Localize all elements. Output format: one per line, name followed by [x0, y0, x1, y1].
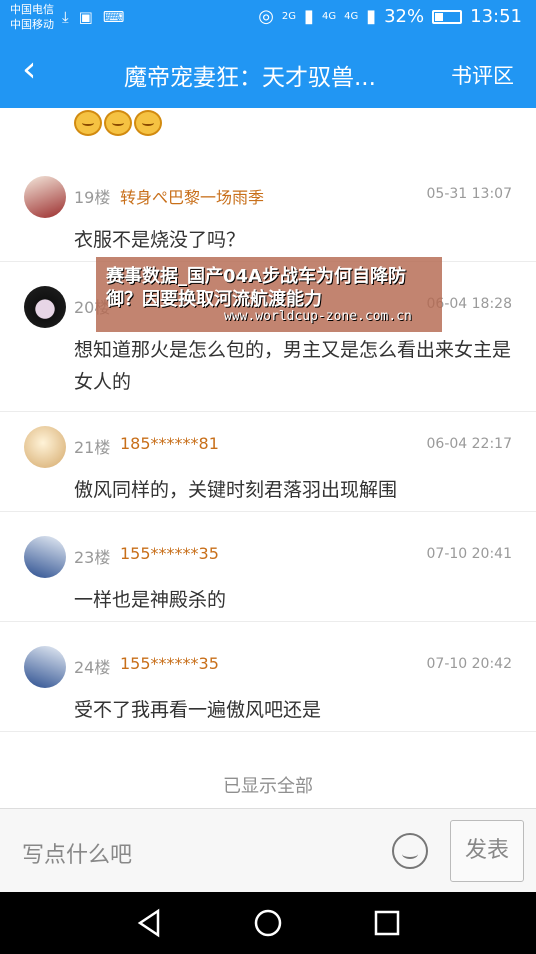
avatar[interactable] — [24, 426, 66, 468]
comment-floor: 21楼 — [74, 438, 111, 457]
network-type: 2G — [281, 11, 297, 22]
avatar[interactable] — [24, 286, 66, 328]
comment-item[interactable]: 19楼 转身ぺ巴黎一场雨季 05-31 13:07 衣服不是烧没了吗？ — [0, 152, 536, 262]
network-type: 4G — [344, 11, 359, 22]
comment-list[interactable]: 19楼 转身ぺ巴黎一场雨季 05-31 13:07 衣服不是烧没了吗？ 20楼 … — [0, 108, 536, 808]
all-shown-label: 已显示全部 — [223, 776, 313, 797]
watermark-overlay: 赛事数据_国产04A步战车为何自降防御？因要换取河流航渡能力 www.world… — [96, 257, 442, 332]
comment-time: 07-10 20:42 — [426, 656, 512, 672]
comment-username[interactable]: 转身ぺ巴黎一场雨季 — [120, 184, 264, 208]
emoji-icon — [104, 110, 132, 136]
avatar[interactable] — [24, 536, 66, 578]
avatar[interactable] — [24, 176, 66, 218]
clock: 13:51 — [470, 6, 522, 27]
comment-input[interactable]: 写点什么吧 — [22, 837, 132, 869]
carrier-label: 中国电信 — [10, 3, 54, 16]
comment-floor: 24楼 — [74, 658, 111, 677]
comment-text: 受不了我再看一遍傲风吧还是 — [74, 699, 322, 721]
back-arrow-icon[interactable]: ‹ — [22, 50, 36, 90]
avatar[interactable] — [24, 646, 66, 688]
status-bar: 中国电信 中国移动 ⤓ ▣ ⌨ ◎ 2G ▮ 4G 4G ▮ 32% 13:51 — [0, 0, 536, 36]
send-button[interactable]: 发表 — [450, 820, 524, 882]
download-icon: ⤓ — [62, 8, 69, 26]
comment-username[interactable]: 155******35 — [120, 654, 219, 673]
comment-item[interactable]: 23楼 155******35 07-10 20:41 一样也是神殿杀的 — [0, 512, 536, 622]
comment-text: 想知道那火是怎么包的，男主又是怎么看出来女主是女人的 — [74, 339, 512, 393]
recents-square-icon[interactable] — [372, 908, 402, 938]
app-bar: ‹ 魔帝宠妻狂：天才驭兽... 书评区 — [0, 36, 536, 108]
comment-text: 傲风同样的，关键时刻君落羽出现解围 — [74, 479, 398, 501]
vibrate-icon: ◎ — [258, 6, 274, 27]
comment-item[interactable]: 21楼 185******81 06-04 22:17 傲风同样的，关键时刻君落… — [0, 402, 536, 512]
carrier-label: 中国移动 — [10, 18, 54, 31]
comment-time: 05-31 13:07 — [426, 186, 512, 202]
emoji-icon — [134, 110, 162, 136]
book-review-button[interactable]: 书评区 — [451, 60, 514, 90]
signal-icon: ▮ — [304, 6, 314, 27]
watermark-url: www.worldcup-zone.com.cn — [224, 309, 412, 324]
status-right: ◎ 2G ▮ 4G 4G ▮ 32% 13:51 — [258, 6, 522, 27]
image-icon: ▣ — [78, 8, 93, 26]
comment-floor: 19楼 — [74, 188, 111, 207]
comment-username[interactable]: 155******35 — [120, 544, 219, 563]
network-type: 4G — [321, 11, 337, 22]
comment-time: 07-10 20:41 — [426, 546, 512, 562]
keyboard-icon: ⌨ — [102, 8, 125, 26]
battery-icon — [432, 9, 463, 24]
carrier-info: 中国电信 中国移动 — [10, 2, 54, 32]
page-title: 魔帝宠妻狂：天才驭兽... — [124, 65, 376, 91]
comment-text: 一样也是神殿杀的 — [74, 589, 227, 611]
comment-time: 06-04 22:17 — [426, 436, 512, 452]
system-nav-bar — [0, 892, 536, 954]
smile-icon[interactable] — [392, 833, 428, 869]
watermark-title: 赛事数据_国产04A步战车为何自降防御？因要换取河流航渡能力 — [106, 266, 406, 310]
comment-item[interactable]: 24楼 155******35 07-10 20:42 受不了我再看一遍傲风吧还… — [0, 622, 536, 732]
emoji-icon — [74, 110, 102, 136]
back-triangle-icon[interactable] — [134, 908, 164, 938]
emoji-row — [74, 110, 162, 136]
comment-input-bar: 写点什么吧 发表 — [0, 808, 536, 892]
comment-floor: 23楼 — [74, 548, 111, 567]
comment-username[interactable]: 185******81 — [120, 434, 219, 453]
home-circle-icon[interactable] — [253, 908, 283, 938]
comment-text: 衣服不是烧没了吗？ — [74, 229, 246, 251]
battery-percent: 32% — [384, 6, 425, 27]
signal-icon: ▮ — [366, 6, 377, 27]
notification-icons: ⤓ ▣ ⌨ — [62, 8, 124, 26]
